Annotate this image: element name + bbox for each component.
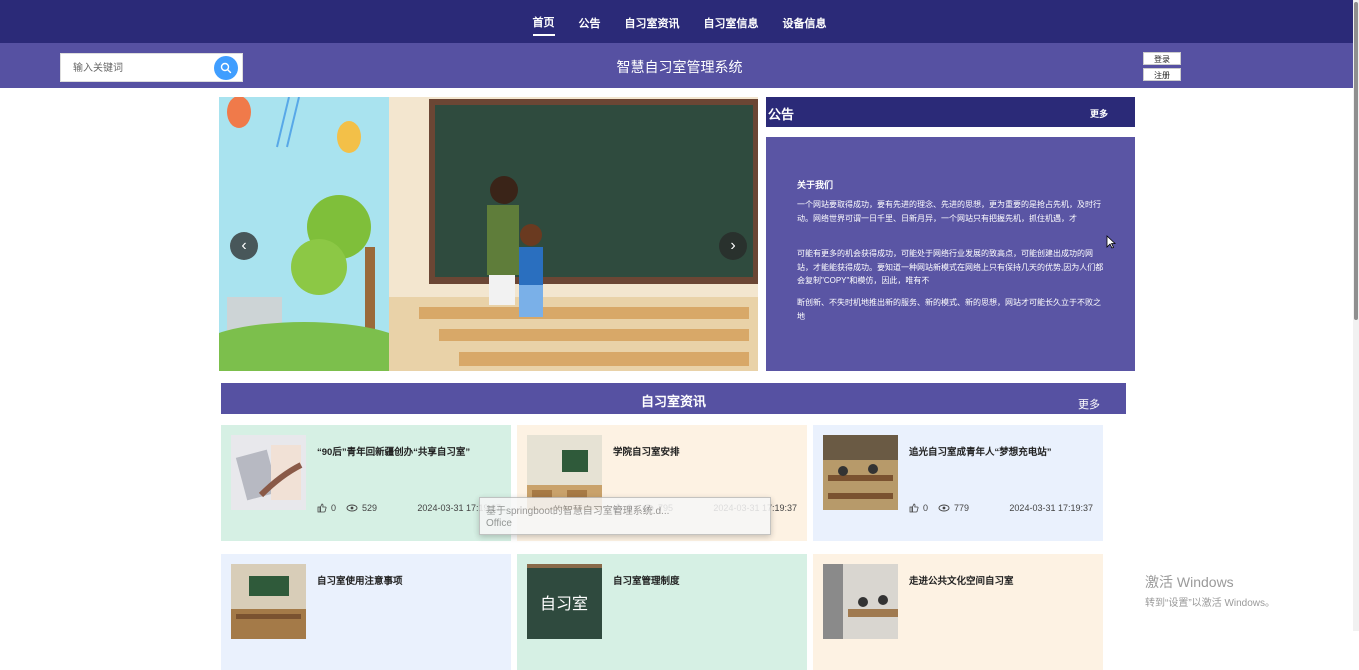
chevron-left-icon: ‹ — [241, 237, 247, 254]
news-card-date: 2024-03-31 17:19:37 — [1009, 503, 1093, 513]
notice-title: 公告 — [768, 107, 795, 122]
nav-item-news[interactable]: 自习室资讯 — [625, 9, 680, 35]
register-button[interactable]: 注册 — [1143, 68, 1181, 81]
news-thumbnail — [231, 435, 306, 510]
news-card-title: 追光自习室成青年人“梦想充电站” — [909, 447, 1052, 458]
news-card-title: 自习室使用注意事项 — [317, 576, 403, 587]
notice-item-title[interactable]: 关于我们 — [797, 178, 833, 191]
news-card[interactable]: “90后”青年回新疆创办“共享自习室” 0 529 2024-03-31 17:… — [221, 425, 511, 541]
news-card[interactable]: 自习室 自习室管理制度 — [517, 554, 807, 670]
sub-header: 智慧自习室管理系统 登录 注册 — [0, 43, 1359, 88]
top-nav: 首页 公告 自习室资讯 自习室信息 设备信息 — [0, 0, 1359, 43]
carousel-next-button[interactable]: › — [719, 232, 747, 260]
notice-paragraph-1: 一个网站要取得成功，要有先进的理念、先进的思想，更为重要的是抢占先机，及时行动。… — [797, 200, 1101, 223]
news-card-title: 学院自习室安排 — [613, 447, 680, 458]
news-card-stats: 0 529 — [317, 503, 377, 513]
nav-item-notice[interactable]: 公告 — [579, 9, 601, 35]
news-card[interactable]: 自习室使用注意事项 — [221, 554, 511, 670]
news-card-title: 走进公共文化空间自习室 — [909, 576, 1014, 587]
news-card-stats: 0 779 — [909, 503, 969, 513]
scrollbar-thumb[interactable] — [1354, 2, 1358, 320]
page-scrollbar[interactable] — [1353, 0, 1359, 631]
nav-item-rooms[interactable]: 自习室信息 — [704, 9, 759, 35]
news-thumbnail — [823, 435, 898, 510]
nav-item-home[interactable]: 首页 — [532, 8, 555, 36]
news-card-title: 自习室管理制度 — [613, 576, 680, 587]
news-card[interactable]: 走进公共文化空间自习室 — [813, 554, 1103, 670]
watermark-title: 激活 Windows — [1145, 574, 1234, 590]
banner-carousel: ‹ › — [219, 97, 758, 371]
news-section-header: 自习室资讯 更多 — [221, 383, 1126, 414]
svg-text:自习室: 自习室 — [540, 594, 588, 613]
news-card[interactable]: 追光自习室成青年人“梦想充电站” 0 779 2024-03-31 17:19:… — [813, 425, 1103, 541]
thumb-up-icon — [909, 503, 919, 513]
notice-paragraph-2: 可能有更多的机会获得成功，可能处于网络行业发展的致高点，可能创建出成功的网站，才… — [797, 249, 1104, 285]
file-tooltip: 基于springboot的智慧自习室管理系统.d... Office — [479, 497, 771, 535]
nav-item-devices[interactable]: 设备信息 — [783, 9, 827, 35]
notice-paragraph-3: 断创新、不失时机地推出新的服务、新的模式、新的思想，网站才可能长久立于不败之地 — [797, 298, 1101, 321]
nav-menu: 首页 公告 自习室资讯 自习室信息 设备信息 — [0, 0, 1359, 43]
view-count: 779 — [954, 503, 970, 513]
windows-activation-watermark: 激活 Windows 转到“设置”以激活 Windows。 — [1145, 572, 1275, 609]
banner-image — [219, 97, 758, 371]
eye-icon — [346, 504, 358, 512]
thumb-up-icon — [317, 503, 327, 513]
notice-body: 关于我们 一个网站要取得成功，要有先进的理念、先进的思想，更为重要的是抢占先机，… — [766, 137, 1135, 371]
carousel-prev-button[interactable]: ‹ — [230, 232, 258, 260]
like-count: 0 — [331, 503, 337, 513]
news-section-title: 自习室资讯 — [640, 394, 706, 409]
view-count: 529 — [362, 503, 378, 513]
login-button[interactable]: 登录 — [1143, 52, 1181, 65]
news-card-title: “90后”青年回新疆创办“共享自习室” — [317, 447, 471, 458]
news-thumbnail: 自习室 — [527, 564, 602, 639]
notice-more-link[interactable]: 更多 — [1090, 107, 1108, 120]
eye-icon — [938, 504, 950, 512]
like-count: 0 — [923, 503, 929, 513]
watermark-subtitle: 转到“设置”以激活 Windows。 — [1145, 598, 1276, 609]
news-more-link[interactable]: 更多 — [1078, 396, 1100, 412]
notice-header: 公告 更多 — [766, 97, 1135, 127]
tooltip-filename: 基于springboot的智慧自习室管理系统.d... — [486, 506, 670, 517]
news-thumbnail — [231, 564, 306, 639]
news-thumbnail — [823, 564, 898, 639]
tooltip-app: Office — [486, 518, 512, 529]
chevron-right-icon: › — [730, 237, 736, 254]
mouse-cursor-icon — [1106, 235, 1116, 249]
